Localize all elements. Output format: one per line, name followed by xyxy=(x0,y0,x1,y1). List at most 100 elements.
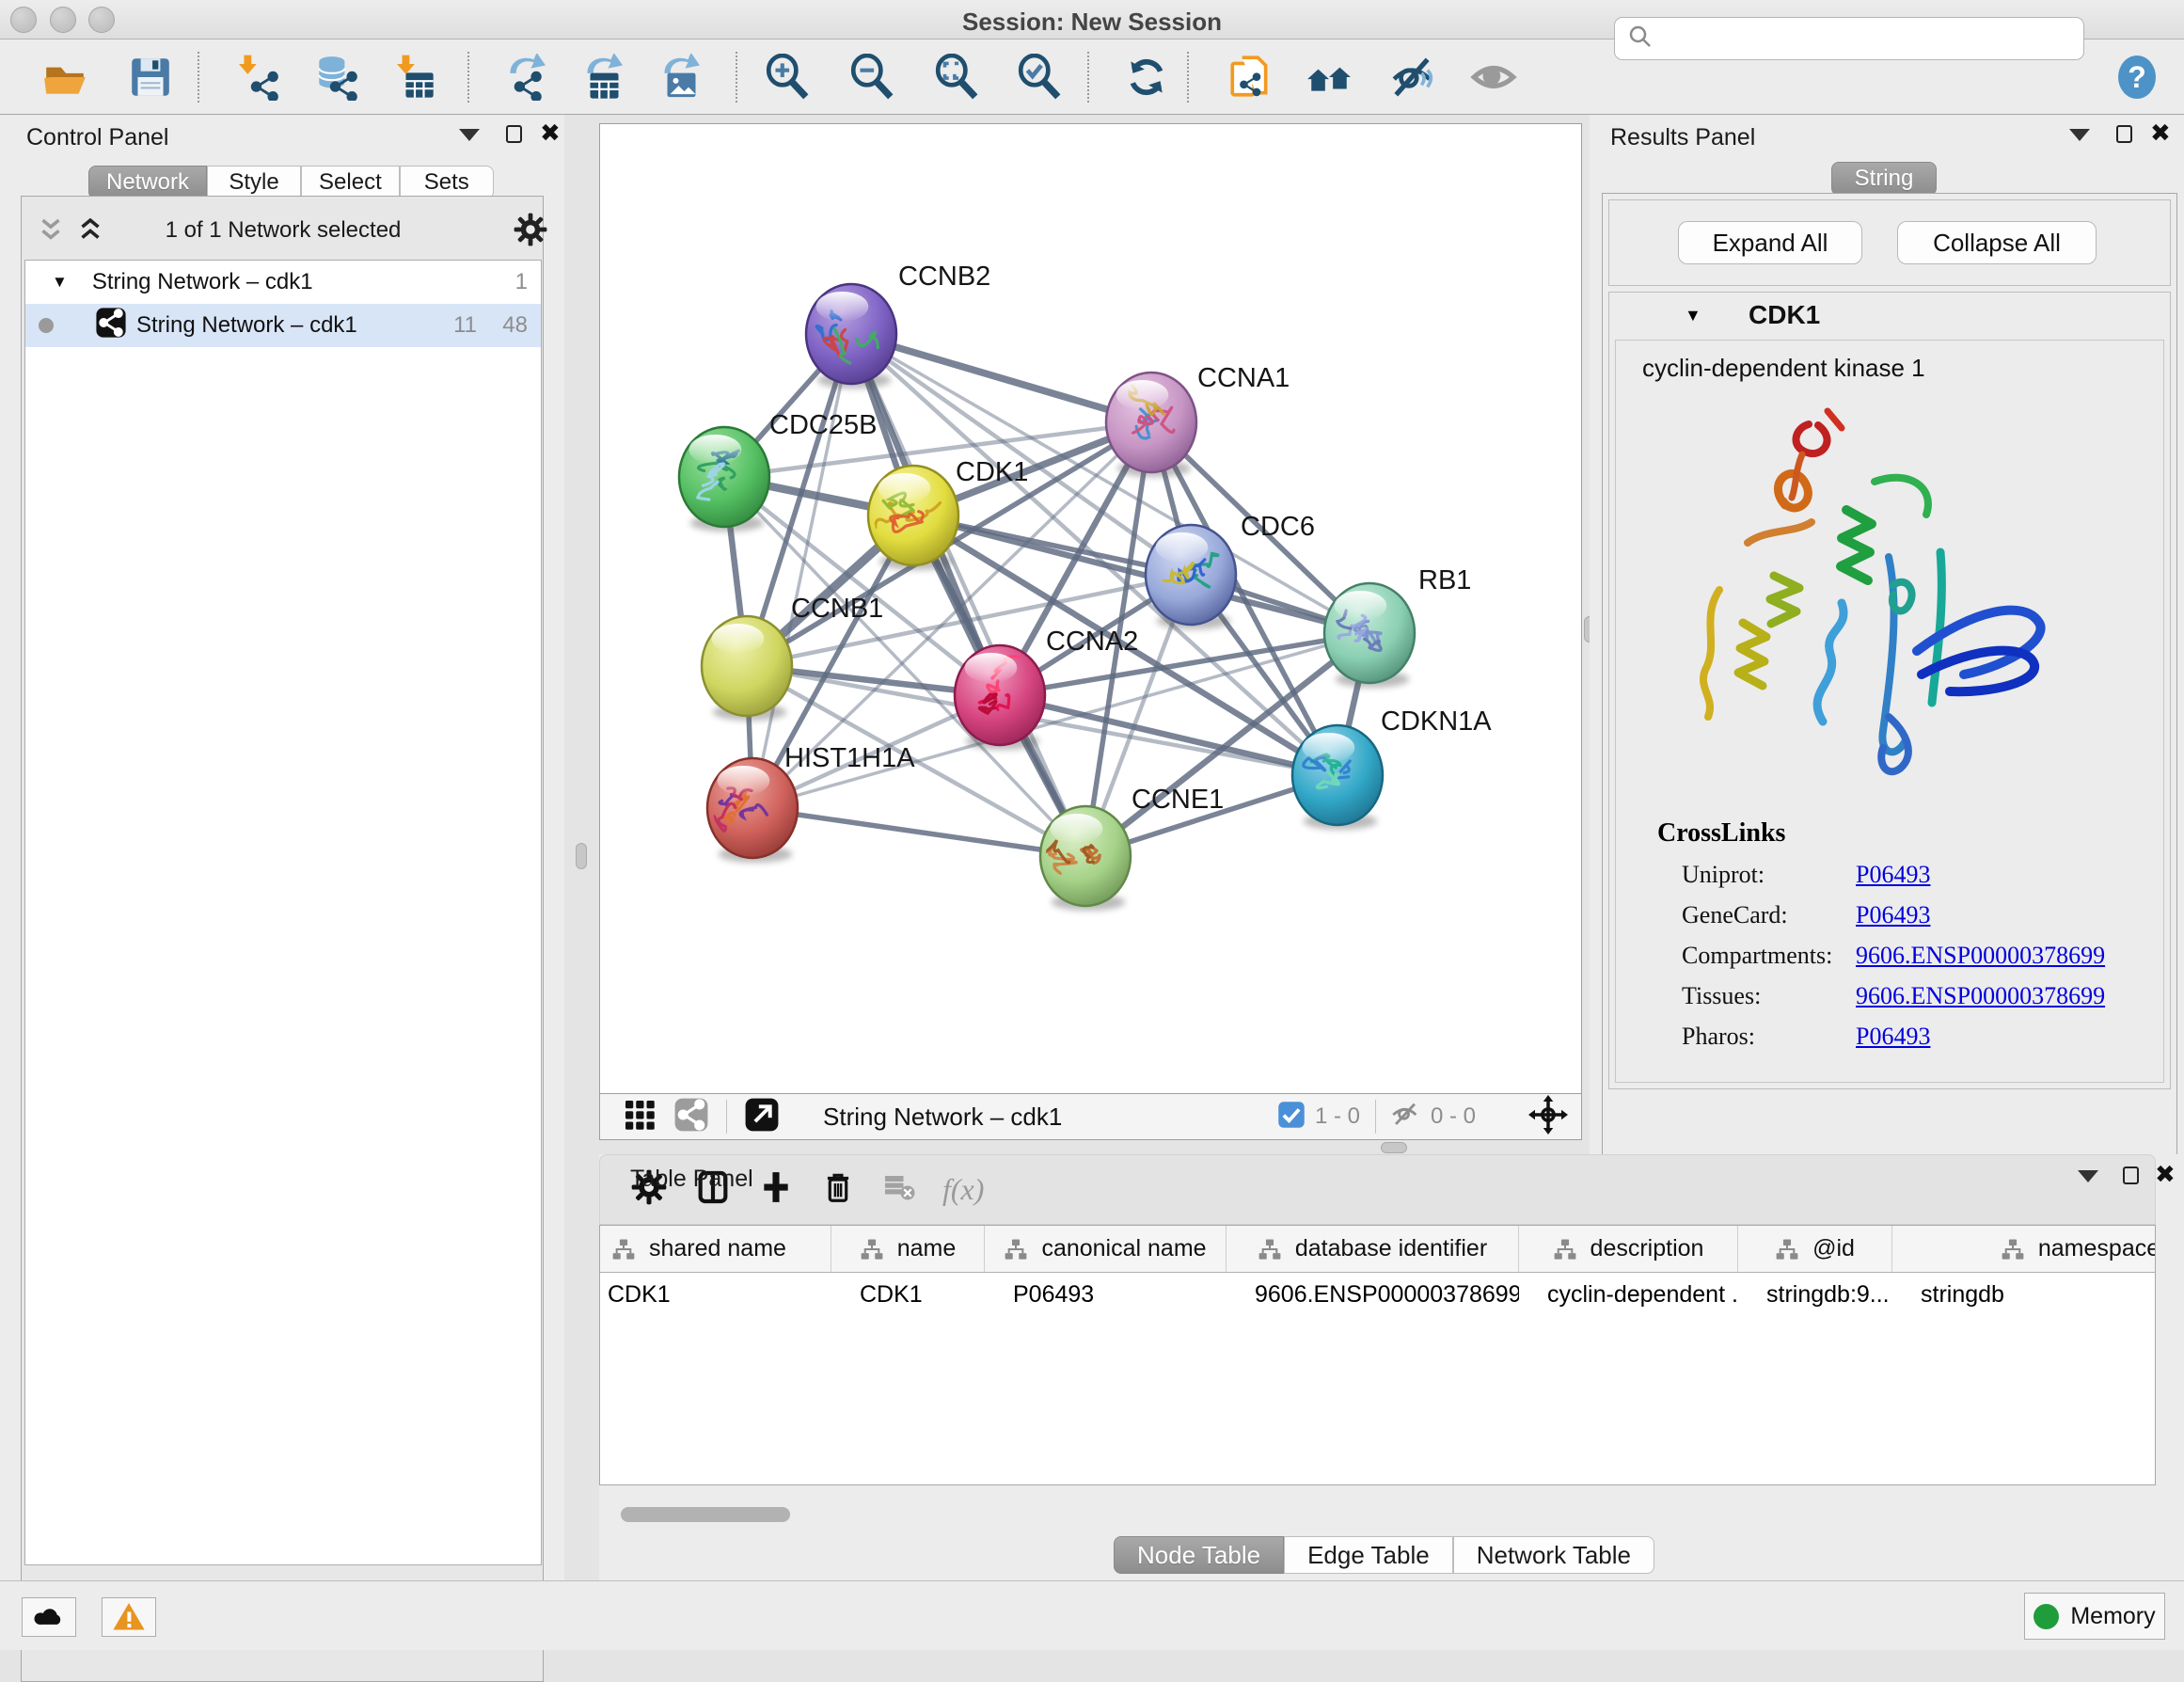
import-network-button[interactable] xyxy=(231,50,282,104)
network-node-CCNA1[interactable] xyxy=(1106,373,1196,477)
network-node-HIST1H1A[interactable] xyxy=(707,758,798,863)
table-horizontal-scrollbar[interactable] xyxy=(621,1507,790,1522)
results-panel-collapse-icon[interactable] xyxy=(2069,129,2090,141)
network-node-CCNE1[interactable] xyxy=(1040,806,1131,911)
column-header-name[interactable]: name xyxy=(831,1226,985,1272)
table-cell[interactable]: cyclin-dependent ... xyxy=(1519,1273,1738,1316)
grid-view-icon[interactable] xyxy=(623,1098,657,1136)
table-cell[interactable]: CDK1 xyxy=(600,1273,831,1316)
column-header--id[interactable]: @id xyxy=(1738,1226,1892,1272)
crosslink-link[interactable]: 9606.ENSP00000378699 xyxy=(1856,982,2105,1010)
control-panel-close-icon[interactable]: ✖ xyxy=(540,123,561,142)
results-panel-float-icon[interactable] xyxy=(2116,125,2132,143)
memory-button[interactable]: Memory xyxy=(2024,1593,2165,1640)
column-header-label: database identifier xyxy=(1295,1235,1487,1262)
export-image-button[interactable] xyxy=(651,50,702,104)
collapse-all-button[interactable]: Collapse All xyxy=(1897,221,2097,264)
node-label-CCNE1: CCNE1 xyxy=(1132,785,1224,815)
section-expander-icon[interactable]: ▼ xyxy=(1685,306,1701,325)
duplicate-network-button[interactable] xyxy=(1225,50,1275,104)
import-network-database-button[interactable] xyxy=(310,50,361,104)
table-cell[interactable]: 9606.ENSP00000378699 xyxy=(1227,1273,1519,1316)
network-tree: ▼ String Network – cdk1 1 String Network… xyxy=(24,260,542,1565)
bottom-splitter-grip[interactable] xyxy=(1381,1142,1407,1153)
network-canvas[interactable]: CCNB2CCNA1CDC25BCDK1CDC6RB1CCNB1CCNA2CDK… xyxy=(599,123,1582,1094)
column-header-shared-name[interactable]: shared name xyxy=(600,1226,831,1272)
network-node-CCNB1[interactable] xyxy=(702,616,792,721)
crosslink-link[interactable]: P06493 xyxy=(1856,1023,1930,1051)
refresh-view-button[interactable] xyxy=(1121,50,1172,104)
open-session-button[interactable] xyxy=(40,50,90,104)
search-box[interactable] xyxy=(1614,17,2084,60)
column-header-database-identifier[interactable]: database identifier xyxy=(1227,1226,1519,1272)
left-splitter-grip[interactable] xyxy=(576,843,587,869)
add-column-icon[interactable] xyxy=(758,1169,794,1210)
network-edge[interactable] xyxy=(851,334,1151,422)
column-header-description[interactable]: description xyxy=(1519,1226,1738,1272)
control-panel-collapse-icon[interactable] xyxy=(459,129,480,141)
network-node-CDC25B[interactable] xyxy=(679,427,769,532)
warning-button[interactable] xyxy=(102,1597,156,1637)
network-graph[interactable]: CCNB2CCNA1CDC25BCDK1CDC6RB1CCNB1CCNA2CDK… xyxy=(600,124,1581,1093)
tab-string[interactable]: String xyxy=(1831,162,1937,196)
cloud-button[interactable] xyxy=(22,1597,76,1637)
network-row-selected[interactable]: String Network – cdk1 11 48 xyxy=(25,304,541,347)
node-label-RB1: RB1 xyxy=(1418,565,1471,595)
delete-column-trash-icon[interactable] xyxy=(820,1169,856,1210)
table-panel-collapse-icon[interactable] xyxy=(2078,1170,2098,1182)
tab-node-table[interactable]: Node Table xyxy=(1114,1536,1284,1574)
network-node-RB1[interactable] xyxy=(1324,583,1415,688)
zoom-fit-button[interactable] xyxy=(931,50,982,104)
tab-sets[interactable]: Sets xyxy=(400,166,494,199)
tab-style[interactable]: Style xyxy=(207,166,301,199)
results-panel-close-icon[interactable]: ✖ xyxy=(2150,123,2171,142)
network-edge[interactable] xyxy=(752,808,1085,856)
network-node-CDKN1A[interactable] xyxy=(1292,725,1383,830)
table-cell[interactable]: stringdb:9... xyxy=(1738,1273,1892,1316)
column-header-canonical-name[interactable]: canonical name xyxy=(985,1226,1227,1272)
show-all-button[interactable] xyxy=(1468,50,1519,104)
tab-edge-table[interactable]: Edge Table xyxy=(1284,1536,1453,1574)
tab-select[interactable]: Select xyxy=(301,166,400,199)
table-row[interactable]: CDK1CDK1P064939606.ENSP00000378699cyclin… xyxy=(600,1273,2155,1316)
table-cell[interactable]: P06493 xyxy=(985,1273,1227,1316)
column-header-namespace[interactable]: namespace xyxy=(1892,1226,2156,1272)
export-network-button[interactable] xyxy=(497,50,547,104)
zoom-in-icon xyxy=(764,54,811,101)
export-table-button[interactable] xyxy=(574,50,625,104)
hidden-eye-icon[interactable] xyxy=(1389,1099,1421,1135)
node-label-CDK1: CDK1 xyxy=(956,457,1028,487)
crosslink-link[interactable]: 9606.ENSP00000378699 xyxy=(1856,942,2105,970)
tab-network[interactable]: Network xyxy=(88,166,207,199)
hide-selected-button[interactable] xyxy=(1386,50,1437,104)
search-input[interactable] xyxy=(1654,25,2059,52)
control-panel-float-icon[interactable] xyxy=(506,125,522,143)
crosslink-link[interactable]: P06493 xyxy=(1856,861,1930,889)
save-session-button[interactable] xyxy=(125,50,176,104)
table-cell[interactable]: CDK1 xyxy=(831,1273,985,1316)
help-button[interactable]: ? xyxy=(2114,55,2160,104)
tab-network-table[interactable]: Network Table xyxy=(1453,1536,1654,1574)
network-edge[interactable] xyxy=(752,334,851,808)
zoom-out-button[interactable] xyxy=(847,50,897,104)
gene-section: ▼ CDK1 cyclin-dependent kinase 1 xyxy=(1608,292,2171,1089)
network-options-gear-icon[interactable] xyxy=(513,212,548,252)
table-panel-close-icon[interactable]: ✖ xyxy=(2155,1165,2176,1183)
table-panel-float-icon[interactable] xyxy=(2123,1166,2139,1184)
node-count: 11 xyxy=(453,312,477,339)
network-share-view-icon[interactable] xyxy=(673,1097,709,1137)
memory-status-icon xyxy=(2034,1604,2059,1629)
zoom-in-button[interactable] xyxy=(762,50,813,104)
fit-navigate-crosshair-icon[interactable] xyxy=(1528,1095,1568,1139)
selected-checkbox-icon[interactable] xyxy=(1277,1101,1306,1134)
network-edge[interactable] xyxy=(851,334,1085,856)
network-collection-row[interactable]: ▼ String Network – cdk1 1 xyxy=(25,261,541,304)
expand-all-button[interactable]: Expand All xyxy=(1678,221,1862,264)
table-cell[interactable]: stringdb xyxy=(1892,1273,2156,1316)
import-table-button[interactable] xyxy=(388,50,438,104)
crosslink-link[interactable]: P06493 xyxy=(1856,901,1930,929)
tree-expander-icon[interactable]: ▼ xyxy=(52,273,68,292)
home-button[interactable] xyxy=(1304,50,1354,104)
zoom-selected-button[interactable] xyxy=(1014,50,1065,104)
open-in-new-window-icon[interactable] xyxy=(744,1097,780,1137)
